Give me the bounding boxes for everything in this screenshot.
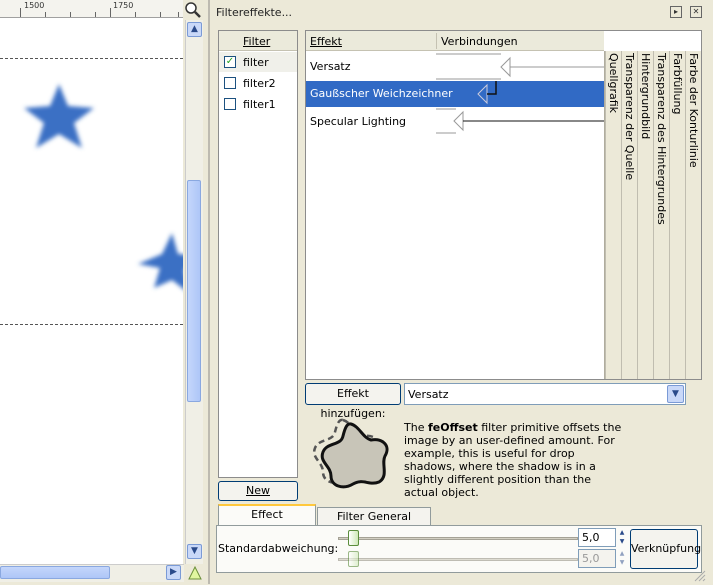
input-source-column[interactable]: Hintergrundbild: [637, 51, 653, 379]
std-deviation-slider-y[interactable]: [338, 558, 578, 561]
scroll-up-button[interactable]: ▲: [187, 22, 202, 37]
description-text: The: [404, 421, 428, 434]
zoom-icon[interactable]: [184, 1, 202, 19]
horizontal-scroll-thumb[interactable]: [0, 566, 110, 579]
filter-label: filter1: [243, 98, 276, 111]
close-icon[interactable]: ✕: [690, 6, 702, 18]
star-shape[interactable]: [132, 228, 183, 308]
description-keyword: feOffset: [427, 421, 478, 434]
filter-label: filter: [243, 56, 269, 69]
filter-row[interactable]: filter1: [219, 94, 297, 114]
input-source-label: Hintergrundbild: [639, 53, 652, 140]
scroll-right-button[interactable]: ▶: [166, 565, 181, 580]
dialog-title: Filtereffekte...: [216, 6, 293, 19]
filter-checkbox[interactable]: ✓: [224, 56, 236, 68]
effect-label: Gaußscher Weichzeichner: [310, 87, 453, 100]
drawing-canvas[interactable]: [0, 18, 183, 564]
ruler-label: 1750: [113, 1, 134, 10]
filter-row[interactable]: ✓ filter: [219, 52, 297, 72]
std-deviation-slider-x[interactable]: [338, 537, 578, 540]
spin-up-icon[interactable]: ▲: [617, 549, 627, 558]
effect-label: Versatz: [310, 60, 351, 73]
input-source-label: Farbe der Konturlinie: [687, 53, 700, 168]
filter-checkbox[interactable]: [224, 77, 236, 89]
new-filter-button[interactable]: New: [218, 481, 298, 501]
effect-column-header[interactable]: Effekt: [310, 35, 342, 48]
std-deviation-input-x[interactable]: 5,0: [578, 528, 616, 547]
filter-column-label: Filter: [243, 35, 271, 48]
effect-description: The feOffset filter primitive offsets th…: [404, 421, 624, 499]
input-source-label: Quellgrafik: [607, 53, 620, 114]
tab-effect-parameters[interactable]: Effect parameters: [218, 504, 316, 539]
input-source-label: Transparenz des Hintergrundes: [655, 53, 668, 225]
filter-row[interactable]: filter2: [219, 73, 297, 93]
dock-icon[interactable]: ▸: [670, 6, 682, 18]
tab-filter-general-settings[interactable]: Filter General Settings: [317, 507, 431, 540]
std-deviation-input-y[interactable]: 5,0: [578, 549, 616, 568]
input-source-column[interactable]: Transparenz der Quelle: [621, 51, 637, 379]
effect-type-value: Versatz: [408, 388, 449, 401]
spin-buttons[interactable]: ▲ ▼: [617, 528, 627, 547]
connections-column-header[interactable]: Verbindungen: [441, 35, 518, 48]
input-source-column[interactable]: Farbfüllung: [669, 51, 685, 379]
spin-up-icon[interactable]: ▲: [617, 528, 627, 537]
header-divider: [436, 33, 437, 49]
spin-down-icon[interactable]: ▼: [617, 558, 627, 567]
color-picker-icon[interactable]: [186, 564, 204, 582]
filter-label: filter2: [243, 77, 276, 90]
chevron-down-icon[interactable]: ▼: [667, 385, 684, 403]
input-source-label: Transparenz der Quelle: [623, 53, 636, 181]
link-toggle-button[interactable]: Verknüpfung: [630, 529, 701, 569]
ruler-label: 1500: [24, 1, 45, 10]
std-deviation-label: Standardabweichung:: [218, 542, 339, 555]
slider-handle[interactable]: [348, 530, 359, 546]
filter-checkbox[interactable]: [224, 98, 236, 110]
input-sources: Quellgrafik Transparenz der Quelle Hinte…: [604, 51, 701, 379]
scroll-down-button[interactable]: ▼: [187, 544, 202, 559]
vertical-scroll-thumb[interactable]: [187, 180, 201, 402]
spin-down-icon[interactable]: ▼: [617, 537, 627, 546]
input-source-column[interactable]: Transparenz des Hintergrundes: [653, 51, 669, 379]
feoffset-illustration-icon: [312, 418, 389, 489]
horizontal-ruler: 1500 1750: [0, 0, 183, 18]
slider-handle[interactable]: [348, 551, 359, 567]
resize-grip-icon[interactable]: [692, 570, 706, 582]
input-source-label: Farbfüllung: [671, 53, 684, 115]
spin-buttons[interactable]: ▲ ▼: [617, 549, 627, 568]
add-effect-button[interactable]: Effekt hinzufügen:: [305, 383, 401, 420]
effect-label: Specular Lighting: [310, 115, 407, 128]
input-source-column[interactable]: Farbe der Konturlinie: [685, 51, 701, 379]
star-shape[interactable]: [14, 76, 104, 166]
input-source-column[interactable]: Quellgrafik: [605, 51, 621, 379]
